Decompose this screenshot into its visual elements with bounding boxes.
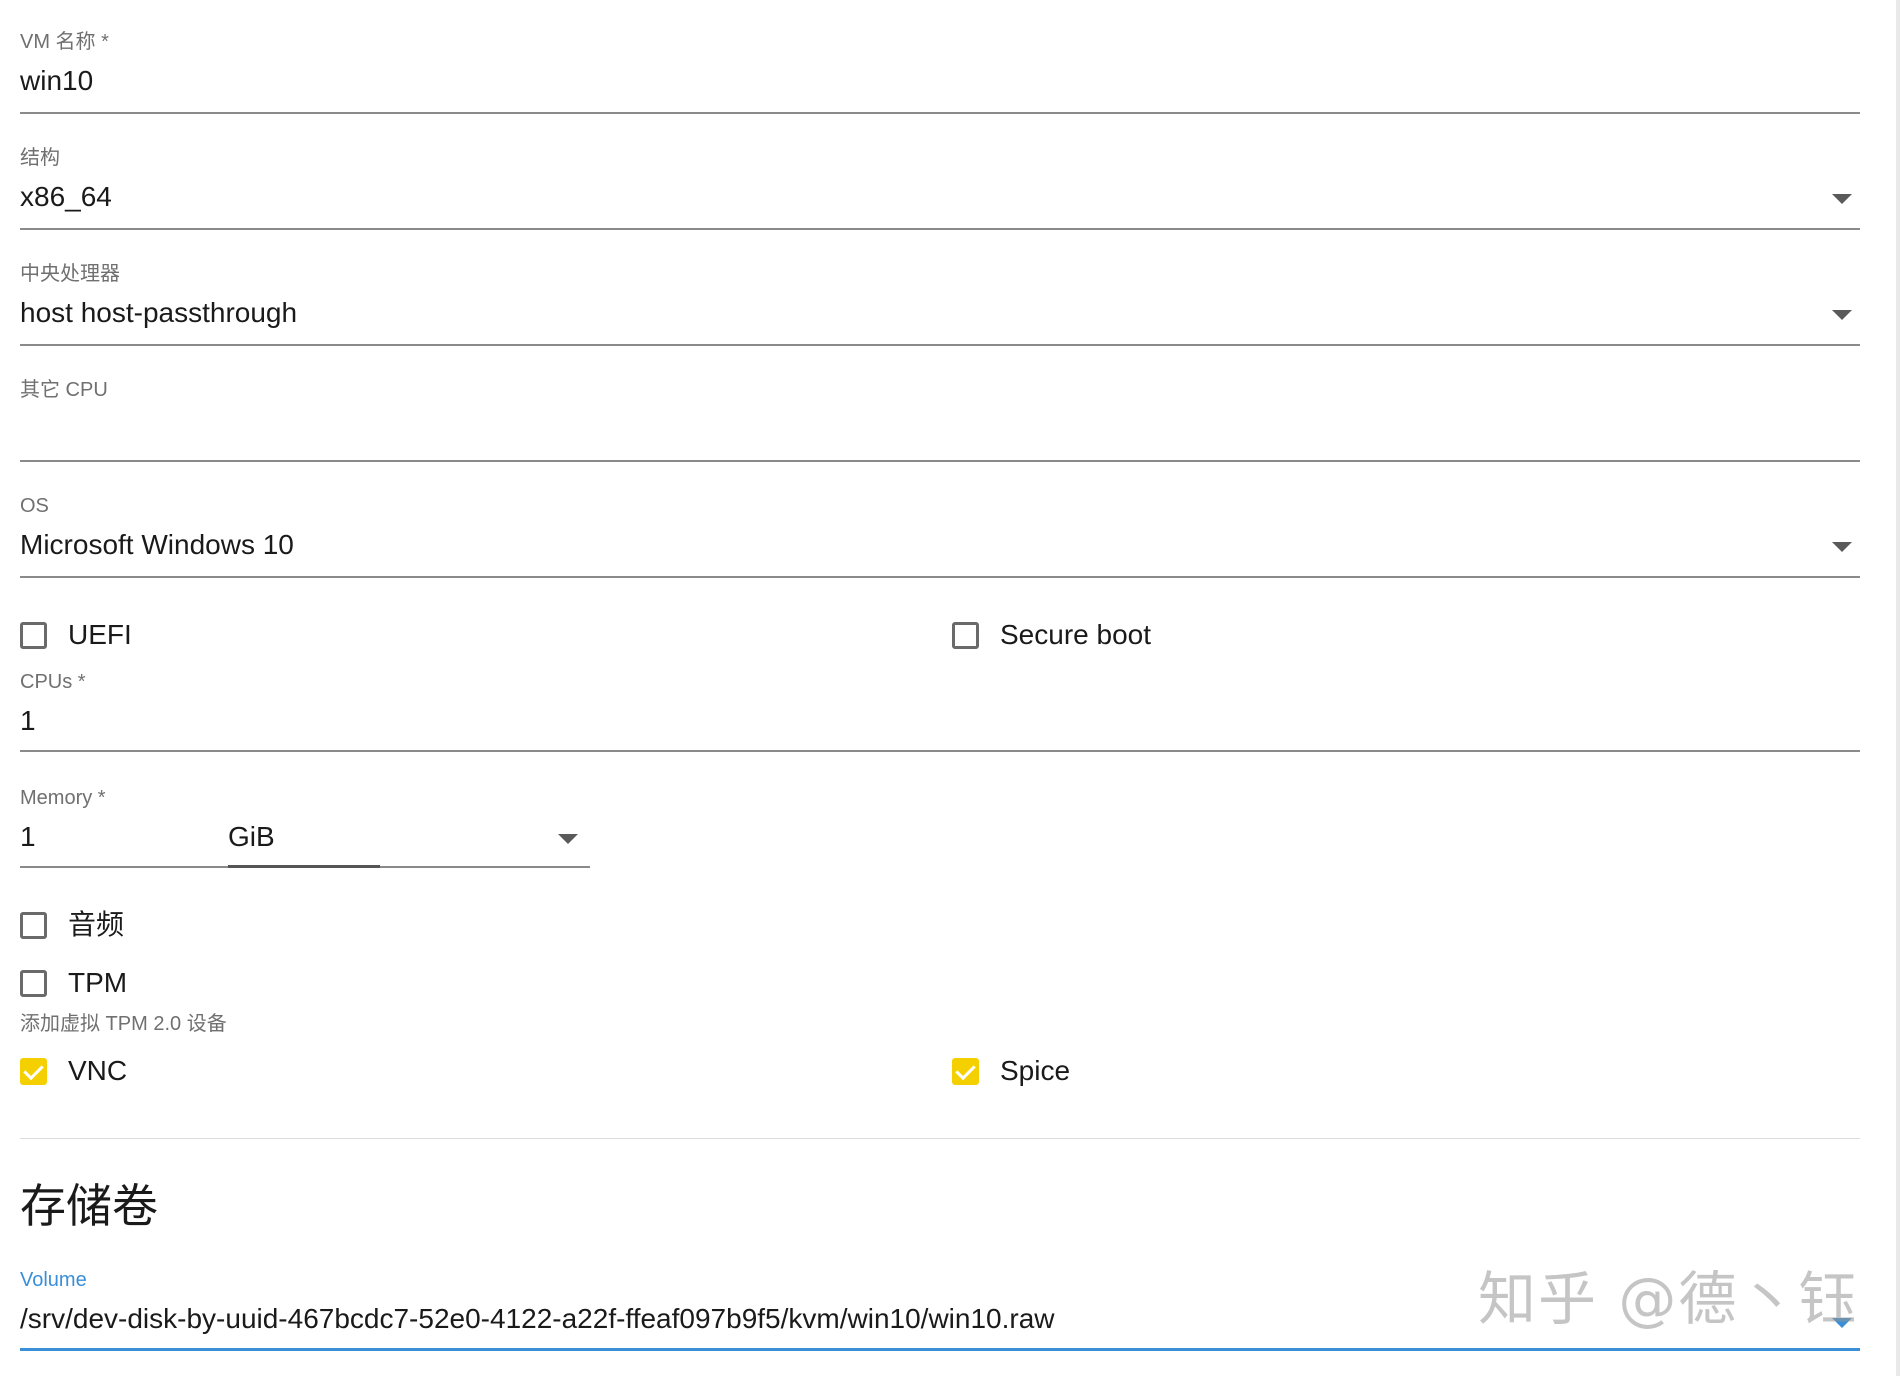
vm-name-field[interactable]: VM 名称 * win10: [20, 30, 1860, 116]
cpu-model-underline: [20, 344, 1860, 346]
vnc-checkbox[interactable]: [20, 1058, 47, 1085]
audio-checkbox-row[interactable]: 音频: [20, 909, 820, 948]
secure-boot-label[interactable]: Secure boot: [1000, 618, 1151, 652]
audio-label[interactable]: 音频: [68, 908, 124, 942]
uefi-label[interactable]: UEFI: [68, 618, 132, 652]
secure-boot-checkbox-row[interactable]: Secure boot: [952, 619, 1752, 658]
watermark-text: 知乎 @德丶钰: [1478, 1265, 1859, 1333]
vm-name-label: VM 名称 *: [20, 31, 109, 53]
other-cpu-field[interactable]: 其它 CPU: [20, 378, 1860, 464]
chevron-down-icon[interactable]: [1832, 194, 1852, 204]
secure-boot-checkbox[interactable]: [952, 622, 979, 649]
memory-unit-select[interactable]: GiB: [228, 820, 275, 854]
os-label: OS: [20, 495, 49, 517]
architecture-underline: [20, 228, 1860, 230]
cpu-model-value[interactable]: host host-passthrough: [20, 296, 297, 330]
section-divider: [20, 1138, 1860, 1139]
os-select[interactable]: OS Microsoft Windows 10: [20, 494, 1860, 580]
tpm-checkbox[interactable]: [20, 970, 47, 997]
chevron-down-icon[interactable]: [1832, 310, 1852, 320]
volume-underline: [20, 1348, 1860, 1351]
checkmark-icon: [955, 1059, 976, 1081]
cpu-model-label: 中央处理器: [20, 263, 120, 285]
other-cpu-label: 其它 CPU: [20, 379, 108, 401]
memory-input[interactable]: 1: [20, 820, 36, 854]
cpus-underline: [20, 750, 1860, 752]
spice-checkbox[interactable]: [952, 1058, 979, 1085]
cpus-label: CPUs *: [20, 671, 86, 693]
cpus-input[interactable]: 1: [20, 704, 36, 738]
memory-label: Memory *: [20, 787, 106, 809]
chevron-down-icon[interactable]: [1832, 542, 1852, 552]
tpm-checkbox-row[interactable]: TPM: [20, 967, 820, 1006]
vm-create-form: VM 名称 * win10 结构 x86_64 中央处理器 host host-…: [20, 0, 1860, 1376]
volume-label: Volume: [20, 1269, 87, 1291]
right-edge-scroll-gutter: [1896, 0, 1900, 1376]
other-cpu-underline: [20, 460, 1860, 462]
vnc-label[interactable]: VNC: [68, 1054, 127, 1088]
vm-name-underline: [20, 112, 1860, 114]
os-value[interactable]: Microsoft Windows 10: [20, 528, 294, 562]
architecture-label: 结构: [20, 147, 60, 169]
memory-unit-underline: [228, 865, 380, 868]
storage-section-title: 存储卷: [20, 1180, 158, 1232]
memory-field[interactable]: Memory * 1 GiB: [20, 786, 590, 872]
volume-value[interactable]: /srv/dev-disk-by-uuid-467bcdc7-52e0-4122…: [20, 1302, 1055, 1336]
os-underline: [20, 576, 1860, 578]
chevron-down-icon[interactable]: [558, 834, 578, 844]
cpus-field[interactable]: CPUs * 1: [20, 670, 1860, 756]
checkmark-icon: [23, 1059, 44, 1081]
tpm-helper-text: 添加虚拟 TPM 2.0 设备: [20, 1013, 227, 1035]
audio-checkbox[interactable]: [20, 912, 47, 939]
spice-checkbox-row[interactable]: Spice: [952, 1055, 1752, 1094]
architecture-value[interactable]: x86_64: [20, 180, 112, 214]
uefi-checkbox[interactable]: [20, 622, 47, 649]
architecture-select[interactable]: 结构 x86_64: [20, 146, 1860, 232]
vnc-checkbox-row[interactable]: VNC: [20, 1055, 820, 1094]
vm-name-input[interactable]: win10: [20, 64, 93, 98]
spice-label[interactable]: Spice: [1000, 1054, 1070, 1088]
cpu-model-select[interactable]: 中央处理器 host host-passthrough: [20, 262, 1860, 348]
tpm-label[interactable]: TPM: [68, 966, 127, 1000]
uefi-checkbox-row[interactable]: UEFI: [20, 619, 820, 658]
